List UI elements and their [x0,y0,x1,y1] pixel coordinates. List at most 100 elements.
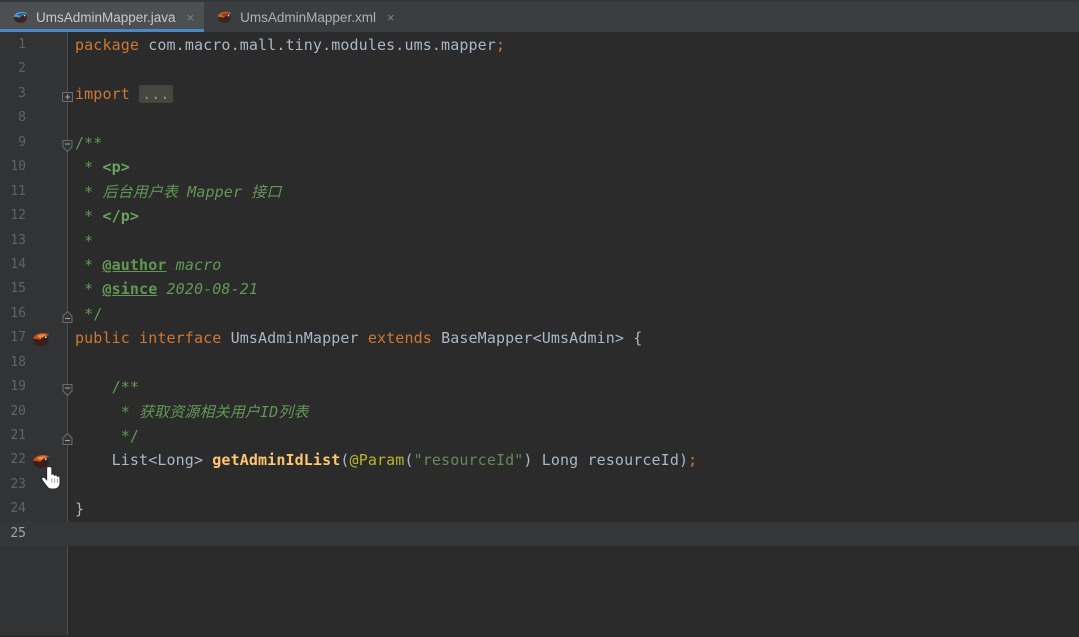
gutter-cell[interactable]: 20 [0,400,69,424]
code-line-text[interactable]: * <p> [69,155,1079,179]
gutter-cell[interactable]: 13 [0,229,69,253]
code-line-text[interactable]: */ [69,424,1079,448]
code-line-text[interactable]: } [69,497,1079,521]
line-number[interactable]: 14 [0,253,26,277]
tab-umsadminmapper-xml[interactable]: UmsAdminMapper.xml × [204,2,404,32]
gutter-cell[interactable]: 16 [0,302,69,326]
line-number[interactable]: 8 [0,106,26,130]
editor-line[interactable]: 9 /** [0,131,1079,155]
code-line-text[interactable]: public interface UmsAdminMapper extends … [69,326,1079,350]
code-line-text[interactable]: */ [69,302,1079,326]
editor-line[interactable]: 1 package com.macro.mall.tiny.modules.ums… [0,33,1079,57]
line-number[interactable]: 22 [0,448,26,472]
line-number[interactable]: 25 [0,522,26,546]
close-icon[interactable]: × [187,10,195,25]
code-line-text[interactable]: package com.macro.mall.tiny.modules.ums.… [69,33,1079,57]
code-line-text[interactable]: /** [69,131,1079,155]
line-number[interactable]: 2 [0,57,26,81]
editor-line[interactable]: 3 import ... [0,82,1079,106]
editor-line[interactable]: 19 /** [0,375,1079,399]
code-line-text[interactable]: * @since 2020-08-21 [69,277,1079,301]
code-line-text[interactable] [69,106,1079,130]
code-token: ( [404,451,413,469]
code-token: com.macro.mall.tiny.modules.ums.mapper [148,36,496,54]
code-line-text[interactable]: * </p> [69,204,1079,228]
editor-line[interactable]: 15 * @since 2020-08-21 [0,277,1079,301]
code-token: ; [688,451,697,469]
line-number[interactable]: 3 [0,82,26,106]
editor-line[interactable]: 18 [0,351,1079,375]
editor-line[interactable]: 20 * 获取资源相关用户ID列表 [0,400,1079,424]
line-number[interactable]: 13 [0,229,26,253]
gutter-cell[interactable]: 17 [0,326,69,350]
code-line-text[interactable]: * [69,229,1079,253]
editor-line[interactable]: 21 */ [0,424,1079,448]
code-line-text[interactable] [69,351,1079,375]
editor-line[interactable]: 14 * @author macro [0,253,1079,277]
code-line-text[interactable] [69,473,1079,497]
code-line-text[interactable] [69,57,1079,81]
editor-line[interactable]: 2 [0,57,1079,81]
code-token: import [75,85,139,103]
line-number[interactable]: 19 [0,375,26,399]
editor-line[interactable]: 8 [0,106,1079,130]
line-number[interactable]: 16 [0,302,26,326]
code-token: extends [368,329,441,347]
editor-line[interactable]: 22 List<Long> getAdminIdList(@Param("res… [0,448,1079,472]
fold-marker-start[interactable] [61,136,74,150]
line-number[interactable]: 17 [0,326,26,350]
line-number[interactable]: 21 [0,424,26,448]
mybatis-mapper-gutter-icon[interactable] [31,328,51,348]
gutter-cell[interactable]: 14 [0,253,69,277]
line-number[interactable]: 18 [0,351,26,375]
line-number[interactable]: 12 [0,204,26,228]
code-line-text[interactable]: * 后台用户表 Mapper 接口 [69,180,1079,204]
line-number[interactable]: 24 [0,497,26,521]
gutter-cell[interactable]: 24 [0,497,69,521]
gutter-cell[interactable]: 12 [0,204,69,228]
code-token: * [75,403,139,421]
fold-marker-end[interactable] [61,307,74,321]
line-number[interactable]: 23 [0,473,26,497]
line-number[interactable]: 10 [0,155,26,179]
code-line-text[interactable]: List<Long> getAdminIdList(@Param("resour… [69,448,1079,472]
gutter-cell[interactable]: 1 [0,33,69,57]
line-number[interactable]: 15 [0,277,26,301]
editor-line[interactable]: 11 * 后台用户表 Mapper 接口 [0,180,1079,204]
code-line-text[interactable]: * 获取资源相关用户ID列表 [69,400,1079,424]
gutter-cell[interactable]: 2 [0,57,69,81]
gutter-cell[interactable]: 8 [0,106,69,130]
gutter-cell[interactable]: 21 [0,424,69,448]
editor-line[interactable]: 17 public interface UmsAdminMapper extend… [0,326,1079,350]
editor-line[interactable]: 16 */ [0,302,1079,326]
fold-marker-start[interactable] [61,380,74,394]
editor-line[interactable]: 13 * [0,229,1079,253]
editor-line[interactable]: 24} [0,497,1079,521]
gutter-cell[interactable]: 3 [0,82,69,106]
line-number[interactable]: 1 [0,33,26,57]
editor-line[interactable]: 25 [0,522,1079,546]
fold-marker-end[interactable] [61,429,74,443]
line-number[interactable]: 11 [0,180,26,204]
gutter-cell[interactable]: 11 [0,180,69,204]
gutter-cell[interactable]: 15 [0,277,69,301]
editor-line[interactable]: 23 [0,473,1079,497]
code-editor[interactable]: 1 package com.macro.mall.tiny.modules.ums… [0,32,1079,635]
close-icon[interactable]: × [387,10,395,25]
editor-line[interactable]: 12 * </p> [0,204,1079,228]
gutter-cell[interactable]: 25 [0,522,69,546]
gutter-cell[interactable]: 19 [0,375,69,399]
gutter-cell[interactable]: 18 [0,351,69,375]
code-line-text[interactable] [69,522,1079,546]
code-token: 获取资源相关用户ID列表 [139,403,309,421]
code-line-text[interactable]: /** [69,375,1079,399]
fold-marker-collapsed[interactable] [61,87,74,101]
code-line-text[interactable]: import ... [69,82,1079,106]
gutter-cell[interactable]: 9 [0,131,69,155]
line-number[interactable]: 9 [0,131,26,155]
editor-line[interactable]: 10 * <p> [0,155,1079,179]
tab-umsadminmapper-java[interactable]: UmsAdminMapper.java × [0,2,204,32]
gutter-cell[interactable]: 10 [0,155,69,179]
code-line-text[interactable]: * @author macro [69,253,1079,277]
line-number[interactable]: 20 [0,400,26,424]
